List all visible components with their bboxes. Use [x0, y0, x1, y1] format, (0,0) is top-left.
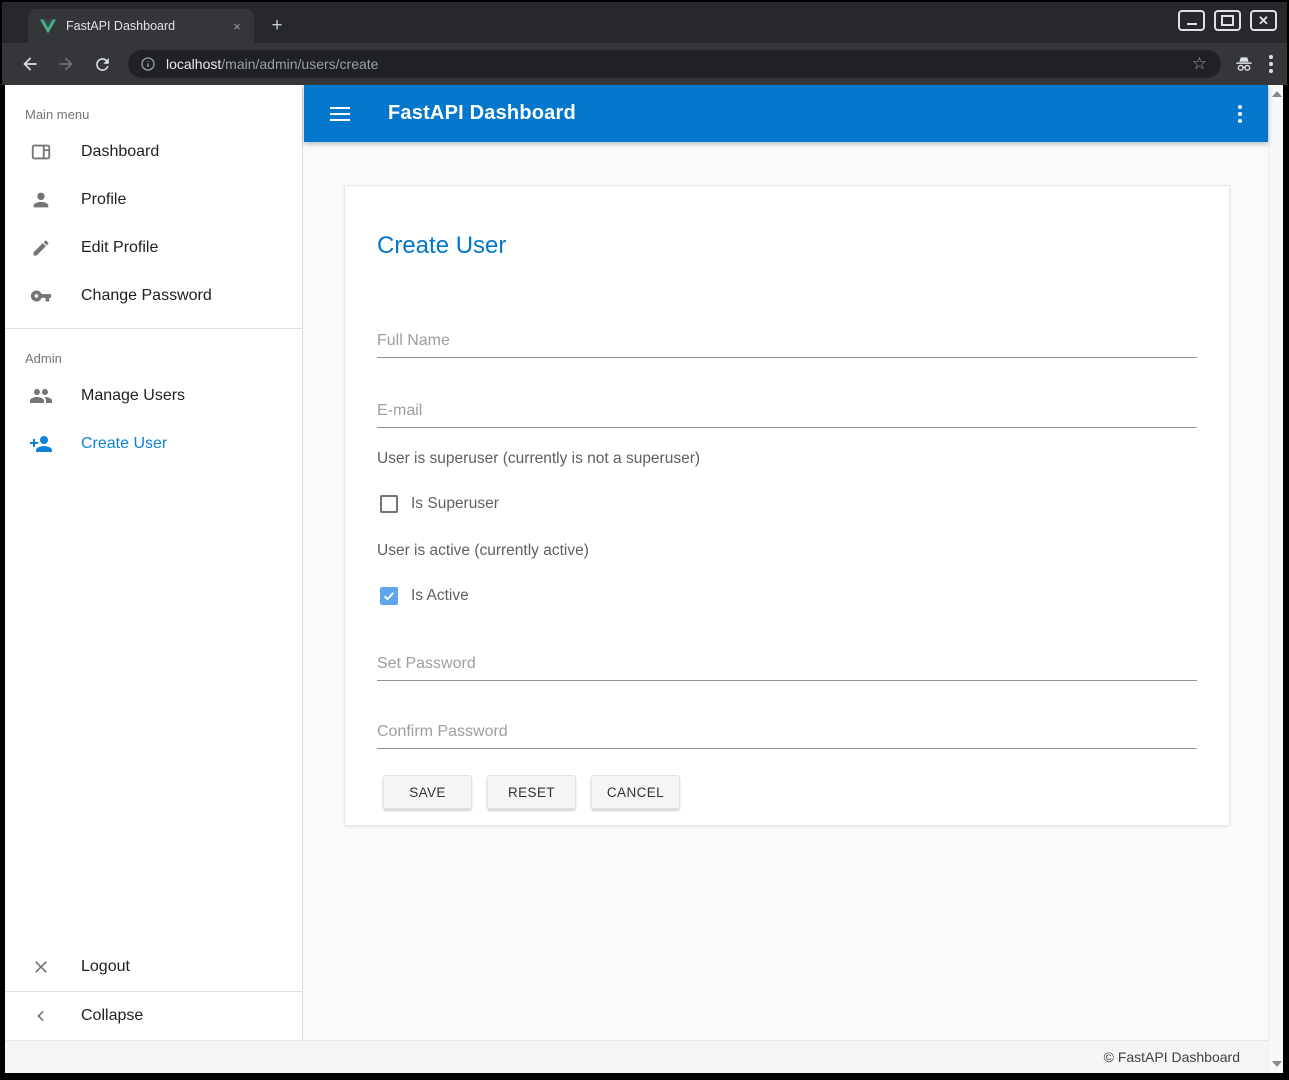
- person-icon: [29, 188, 53, 212]
- sidebar-item-label: Create User: [81, 435, 167, 453]
- browser-toolbar: localhost/main/admin/users/create ☆: [2, 43, 1287, 85]
- browser-menu-icon[interactable]: [1269, 55, 1273, 73]
- confirm-password-input[interactable]: [377, 715, 1197, 749]
- email-input[interactable]: [377, 394, 1197, 428]
- create-user-card: Create User User is superuser (currently…: [344, 185, 1230, 826]
- superuser-checkbox-label: Is Superuser: [411, 495, 499, 513]
- set-password-input[interactable]: [377, 647, 1197, 681]
- reset-button[interactable]: RESET: [487, 775, 576, 809]
- scroll-up-icon[interactable]: [1272, 91, 1282, 97]
- page-scrollbar[interactable]: [1268, 85, 1283, 1073]
- browser-window: FastAPI Dashboard × + ✕ localhost/main/a: [0, 0, 1289, 1080]
- url-path: /main/admin/users/create: [221, 56, 378, 72]
- scroll-down-icon[interactable]: [1272, 1061, 1282, 1067]
- app-menu-icon[interactable]: [1238, 105, 1242, 123]
- sidebar-item-label: Change Password: [81, 287, 212, 305]
- window-controls: ✕: [1178, 10, 1277, 31]
- web-content: Main menu Dashboard Profile: [5, 85, 1283, 1073]
- superuser-checkbox-row[interactable]: Is Superuser: [377, 492, 1197, 516]
- tab-strip: FastAPI Dashboard × + ✕: [2, 2, 1287, 43]
- window-close-button[interactable]: ✕: [1250, 10, 1277, 31]
- active-checkbox-label: Is Active: [411, 587, 469, 605]
- reload-icon[interactable]: [87, 49, 117, 79]
- email-field-wrap: [377, 394, 1197, 428]
- vue-favicon-icon: [40, 19, 56, 34]
- browser-tab[interactable]: FastAPI Dashboard ×: [28, 9, 254, 43]
- forward-icon[interactable]: [51, 49, 81, 79]
- sidebar-item-dashboard[interactable]: Dashboard: [5, 128, 302, 176]
- maximize-button[interactable]: [1214, 10, 1241, 31]
- minimize-button[interactable]: [1178, 10, 1205, 31]
- url-text[interactable]: localhost/main/admin/users/create: [166, 56, 1192, 72]
- url-host: localhost: [166, 56, 221, 72]
- bookmark-star-icon[interactable]: ☆: [1192, 54, 1207, 74]
- info-icon[interactable]: [140, 56, 156, 72]
- chevron-left-icon: [29, 1004, 53, 1028]
- sidebar-section-admin: Admin: [5, 329, 302, 372]
- confirm-password-field-wrap: [377, 715, 1197, 749]
- main-content: Create User User is superuser (currently…: [304, 142, 1268, 1040]
- form-buttons: SAVE RESET CANCEL: [377, 775, 1197, 809]
- sidebar-item-change-password[interactable]: Change Password: [5, 272, 302, 320]
- sidebar-item-logout[interactable]: Logout: [5, 943, 302, 991]
- active-checkbox-row[interactable]: Is Active: [377, 584, 1197, 608]
- dashboard-icon: [29, 140, 53, 164]
- sidebar-item-label: Edit Profile: [81, 239, 158, 257]
- incognito-icon: [1233, 53, 1255, 75]
- sidebar-item-label: Collapse: [81, 1007, 143, 1025]
- sidebar-item-label: Logout: [81, 958, 130, 976]
- people-icon: [29, 384, 53, 408]
- active-hint: User is active (currently active): [377, 540, 1197, 562]
- set-password-field-wrap: [377, 647, 1197, 681]
- page-footer: © FastAPI Dashboard: [5, 1040, 1268, 1073]
- tab-close-icon[interactable]: ×: [228, 17, 246, 35]
- sidebar-item-label: Manage Users: [81, 387, 185, 405]
- sidebar-section-main-menu: Main menu: [5, 85, 302, 128]
- sidebar-item-edit-profile[interactable]: Edit Profile: [5, 224, 302, 272]
- save-button[interactable]: SAVE: [383, 775, 472, 809]
- sidebar-item-create-user[interactable]: Create User: [5, 420, 302, 468]
- app-bar: FastAPI Dashboard: [304, 85, 1268, 142]
- page-title: Create User: [377, 232, 1197, 260]
- superuser-checkbox[interactable]: [380, 495, 398, 513]
- copyright-text: © FastAPI Dashboard: [1104, 1049, 1240, 1065]
- superuser-hint: User is superuser (currently is not a su…: [377, 448, 1197, 470]
- full-name-field-wrap: [377, 324, 1197, 358]
- close-x-icon: [29, 955, 53, 979]
- active-checkbox[interactable]: [380, 587, 398, 605]
- hamburger-menu-icon[interactable]: [330, 102, 354, 126]
- pencil-icon: [29, 236, 53, 260]
- address-bar[interactable]: localhost/main/admin/users/create ☆: [128, 50, 1221, 78]
- back-icon[interactable]: [15, 49, 45, 79]
- person-add-icon: [29, 432, 53, 456]
- key-icon: [29, 284, 53, 308]
- sidebar-item-manage-users[interactable]: Manage Users: [5, 372, 302, 420]
- sidebar: Main menu Dashboard Profile: [5, 85, 303, 1040]
- sidebar-item-profile[interactable]: Profile: [5, 176, 302, 224]
- new-tab-button[interactable]: +: [264, 14, 290, 40]
- sidebar-item-collapse[interactable]: Collapse: [5, 992, 302, 1040]
- app-title: FastAPI Dashboard: [388, 102, 576, 125]
- sidebar-item-label: Dashboard: [81, 143, 159, 161]
- full-name-input[interactable]: [377, 324, 1197, 358]
- tab-title: FastAPI Dashboard: [66, 19, 228, 33]
- cancel-button[interactable]: CANCEL: [591, 775, 680, 809]
- sidebar-item-label: Profile: [81, 191, 126, 209]
